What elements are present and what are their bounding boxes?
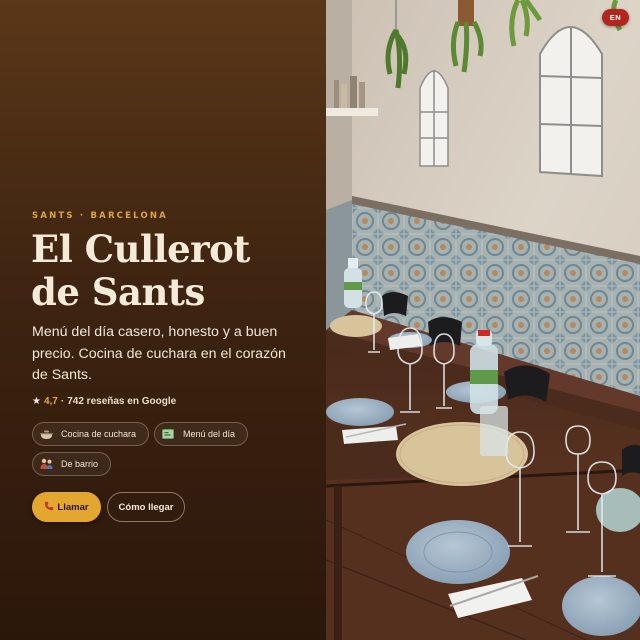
tag-label: De barrio: [61, 459, 99, 469]
hero-description: Menú del día casero, honesto y a buen pr…: [32, 324, 286, 383]
menu-card-icon: [161, 427, 175, 441]
location-eyebrow: SANTS · BARCELONA: [32, 211, 168, 221]
directions-button[interactable]: Cómo llegar: [107, 492, 185, 522]
call-button[interactable]: Llamar: [32, 492, 101, 522]
tag-label: Cocina de cuchara: [61, 429, 137, 439]
phone-icon: [44, 501, 54, 514]
tag-menu-del-dia: Menú del día: [154, 422, 249, 446]
tag-de-barrio: De barrio: [32, 452, 112, 476]
restaurant-photo: [326, 0, 640, 640]
rating-separator: ·: [60, 396, 65, 407]
language-switch[interactable]: EN: [602, 9, 629, 26]
pot-icon: [39, 427, 53, 441]
rating-score: 4,7: [43, 396, 58, 407]
rating-summary: ★ 4,7 · 742 reseñas en Google: [32, 396, 176, 407]
tag-label: Menú del día: [183, 429, 236, 439]
star-icon: ★: [32, 396, 41, 407]
people-icon: [39, 457, 53, 471]
page-title: El Cullerot de Sants: [31, 228, 321, 314]
title-line-2: de Sants: [31, 270, 205, 314]
call-label: Llamar: [57, 501, 89, 513]
review-count: 742 reseñas en Google: [67, 396, 177, 407]
hero-panel: SANTS · BARCELONA El Cullerot de Sants M…: [0, 0, 326, 640]
title-line-1: El Cullerot: [31, 227, 250, 271]
tag-cocina-de-cuchara: Cocina de cuchara: [32, 422, 150, 446]
